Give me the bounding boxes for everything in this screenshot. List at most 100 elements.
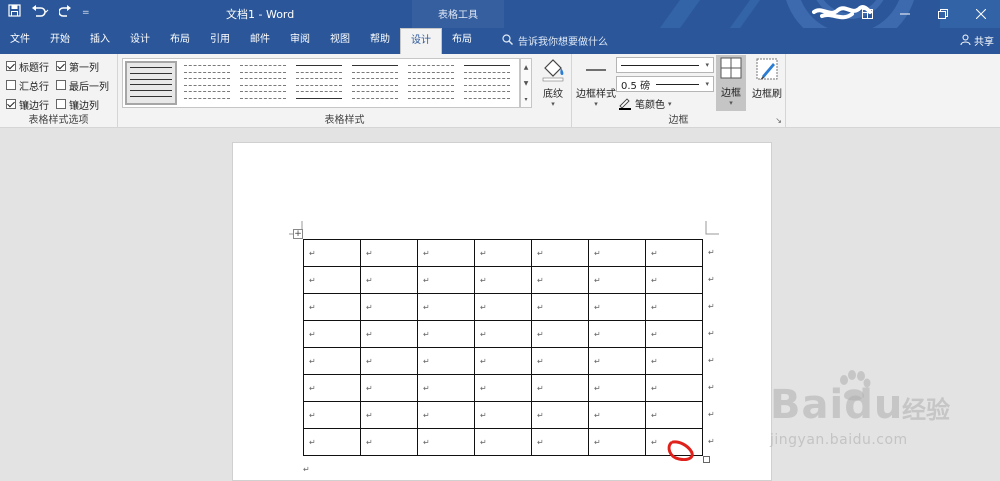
table-cell[interactable]: ↵ <box>303 428 361 456</box>
share-button[interactable]: 共享 <box>960 33 994 48</box>
restore-icon[interactable] <box>924 0 962 28</box>
table-cell[interactable]: ↵ <box>531 401 589 429</box>
undo-icon[interactable] <box>31 4 49 21</box>
shading-button[interactable]: 底纹 ▾ <box>538 56 568 108</box>
option-last-column[interactable]: 最后一列 <box>56 77 116 93</box>
table-cell[interactable]: ↵ <box>531 347 589 375</box>
table-cell[interactable]: ↵ <box>588 347 646 375</box>
table-cell[interactable]: ↵ <box>417 239 475 267</box>
tab-help[interactable]: 帮助 <box>360 28 400 54</box>
chevron-down-icon[interactable]: ▼ <box>524 80 529 87</box>
table-cell[interactable]: ↵ <box>531 239 589 267</box>
pen-color-button[interactable]: 笔颜色 ▾ <box>618 96 672 111</box>
save-icon[interactable] <box>8 4 21 21</box>
close-icon[interactable] <box>962 0 1000 28</box>
table-cell[interactable]: ↵ <box>303 266 361 294</box>
table-cell[interactable]: ↵ <box>303 293 361 321</box>
table-cell[interactable]: ↵ <box>417 428 475 456</box>
table-cell[interactable]: ↵ <box>645 347 703 375</box>
table-style-grid[interactable] <box>125 61 177 105</box>
tab-design[interactable]: 设计 <box>120 28 160 54</box>
table-cell[interactable]: ↵ <box>417 293 475 321</box>
table-cell[interactable]: ↵ <box>531 293 589 321</box>
borders-button[interactable]: 边框 ▾ <box>716 55 746 111</box>
table-style-option[interactable] <box>181 61 233 105</box>
table-cell[interactable]: ↵ <box>417 347 475 375</box>
table-move-handle[interactable]: + <box>293 229 303 239</box>
minimize-icon[interactable] <box>886 0 924 28</box>
tab-review[interactable]: 审阅 <box>280 28 320 54</box>
table-cell[interactable]: ↵ <box>531 320 589 348</box>
tab-layout[interactable]: 布局 <box>160 28 200 54</box>
table-cell[interactable]: ↵ <box>360 374 418 402</box>
table-style-option[interactable] <box>237 61 289 105</box>
table-cell[interactable]: ↵ <box>474 266 532 294</box>
table-cell[interactable]: ↵ <box>360 347 418 375</box>
table-cell[interactable]: ↵ <box>645 320 703 348</box>
table-cell[interactable]: ↵ <box>474 347 532 375</box>
table-cell[interactable]: ↵ <box>360 266 418 294</box>
option-header-row[interactable]: 标题行 <box>6 58 56 74</box>
table-cell[interactable]: ↵ <box>588 266 646 294</box>
more-icon[interactable]: ▾ <box>524 96 527 103</box>
option-total-row[interactable]: 汇总行 <box>6 77 56 93</box>
table-cell[interactable]: ↵ <box>531 374 589 402</box>
table-cell[interactable]: ↵ <box>645 239 703 267</box>
table-cell[interactable]: ↵ <box>645 266 703 294</box>
table-style-option[interactable] <box>461 61 513 105</box>
table-cell[interactable]: ↵ <box>474 401 532 429</box>
table-cell[interactable]: ↵ <box>474 239 532 267</box>
table-cell[interactable]: ↵ <box>588 428 646 456</box>
option-banded-rows[interactable]: 镶边行 <box>6 96 56 112</box>
table-style-option[interactable] <box>349 61 401 105</box>
table-cell[interactable]: ↵ <box>588 239 646 267</box>
tab-view[interactable]: 视图 <box>320 28 360 54</box>
table-cell[interactable]: ↵ <box>474 320 532 348</box>
tab-table-layout[interactable]: 布局 <box>442 28 482 54</box>
border-styles-button[interactable]: 边框样式 ▾ <box>574 56 618 108</box>
table-style-option[interactable] <box>405 61 457 105</box>
tab-table-design[interactable]: 设计 <box>400 28 442 54</box>
dialog-launcher-icon[interactable]: ↘ <box>775 116 782 125</box>
line-weight-select[interactable]: 0.5 磅 ▾ <box>616 76 714 92</box>
tab-file[interactable]: 文件 <box>0 28 40 54</box>
table-cell[interactable]: ↵ <box>588 293 646 321</box>
table-cell[interactable]: ↵ <box>303 320 361 348</box>
table-cell[interactable]: ↵ <box>360 401 418 429</box>
tab-insert[interactable]: 插入 <box>80 28 120 54</box>
table-resize-handle[interactable] <box>703 456 710 463</box>
redo-icon[interactable] <box>58 4 72 21</box>
table-cell[interactable]: ↵ <box>417 266 475 294</box>
table-cell[interactable]: ↵ <box>531 428 589 456</box>
option-banded-columns[interactable]: 镶边列 <box>56 96 116 112</box>
border-painter-button[interactable]: 边框刷 <box>750 56 784 100</box>
gallery-scrollbar[interactable]: ▲ ▼ ▾ <box>520 58 532 108</box>
table-cell[interactable]: ↵ <box>417 320 475 348</box>
line-style-select[interactable]: ▾ <box>616 57 714 73</box>
table-cell[interactable]: ↵ <box>303 374 361 402</box>
table-cell[interactable]: ↵ <box>474 374 532 402</box>
table-cell[interactable]: ↵ <box>303 401 361 429</box>
table-cell[interactable]: ↵ <box>588 401 646 429</box>
tab-mailings[interactable]: 邮件 <box>240 28 280 54</box>
table-cell[interactable]: ↵ <box>417 401 475 429</box>
table-cell[interactable]: ↵ <box>360 293 418 321</box>
table-cell[interactable]: ↵ <box>417 374 475 402</box>
ribbon-display-options-icon[interactable] <box>848 0 886 28</box>
table-cell[interactable]: ↵ <box>645 374 703 402</box>
table-cell[interactable]: ↵ <box>360 320 418 348</box>
customize-qat-icon[interactable]: = <box>82 8 90 18</box>
table-cell[interactable]: ↵ <box>303 239 361 267</box>
table-cell[interactable]: ↵ <box>645 293 703 321</box>
table-cell[interactable]: ↵ <box>588 374 646 402</box>
table-cell[interactable]: ↵ <box>474 428 532 456</box>
table-cell[interactable]: ↵ <box>303 347 361 375</box>
table-style-option[interactable] <box>293 61 345 105</box>
table-cell[interactable]: ↵ <box>531 266 589 294</box>
table-cell[interactable]: ↵ <box>474 293 532 321</box>
option-first-column[interactable]: 第一列 <box>56 58 116 74</box>
table-cell[interactable]: ↵ <box>645 401 703 429</box>
tab-references[interactable]: 引用 <box>200 28 240 54</box>
table-cell[interactable]: ↵ <box>360 428 418 456</box>
chevron-up-icon[interactable]: ▲ <box>524 64 529 71</box>
